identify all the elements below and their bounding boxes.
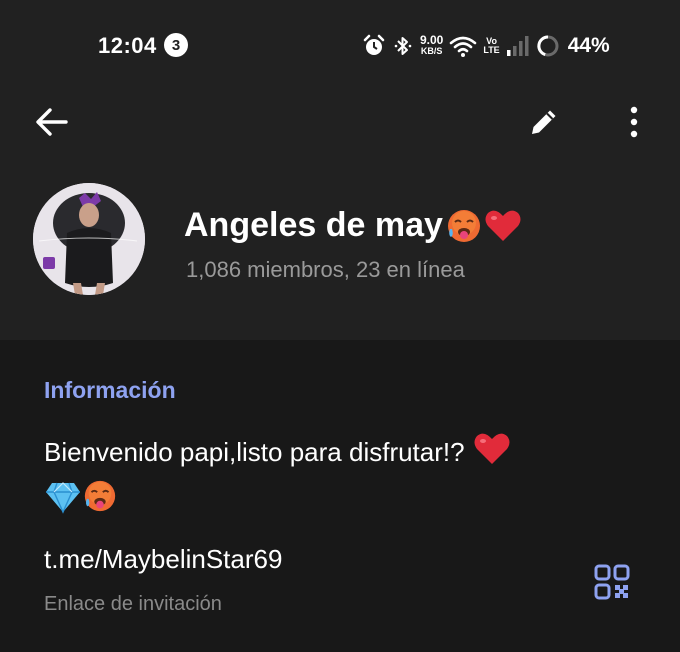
more-options-button[interactable] (612, 100, 656, 144)
red-heart-emoji (472, 431, 512, 478)
member-count: 1,086 miembros, 23 en línea (186, 257, 465, 282)
group-name-emojis (445, 207, 523, 245)
notification-count-badge: 3 (164, 33, 188, 57)
group-name-text: Angeles de may (184, 206, 443, 244)
qr-code-icon (594, 564, 630, 600)
group-description: Bienvenido papi,listo para disfrutar!? (44, 431, 624, 525)
network-speed-unit: KB/S (420, 46, 443, 56)
red-heart-emoji (485, 210, 521, 241)
volte-bottom: LTE (483, 45, 500, 55)
group-profile-header: Angeles de may 1,086 miembros, 23 en lín… (0, 150, 680, 340)
status-time: 12:04 (98, 33, 157, 58)
more-vertical-icon (630, 106, 638, 138)
wifi-icon (449, 34, 477, 58)
group-avatar[interactable] (33, 183, 145, 295)
toolbar (0, 92, 680, 150)
pencil-icon (532, 110, 556, 134)
network-speed: 9.00 KB/S (420, 33, 444, 57)
avatar-photo (33, 183, 145, 295)
bluetooth-icon (392, 34, 414, 58)
info-section: Información Bienvenido papi,listo para d… (0, 340, 680, 652)
edit-button[interactable] (522, 100, 566, 144)
info-heading: Información (44, 377, 176, 403)
hot-face-emoji (447, 209, 480, 242)
alarm-icon (362, 34, 386, 58)
battery-icon (536, 34, 560, 58)
volte-indicator: Vo LTE (483, 37, 499, 55)
invite-link-caption: Enlace de invitación (44, 593, 222, 615)
back-button[interactable] (30, 100, 74, 144)
qr-code-button[interactable] (592, 562, 632, 602)
hot-face-emoji (82, 478, 118, 525)
gem-emoji (44, 480, 82, 525)
invite-link[interactable]: t.me/MaybelinStar69 (44, 544, 282, 575)
status-icons: 9.00 KB/S Vo LTE 44% (362, 32, 610, 60)
description-text: Bienvenido papi,listo para disfrutar!? (44, 437, 465, 467)
status-bar: 12:04 3 9.00 KB/S Vo LTE 44% (0, 0, 680, 92)
network-speed-value: 9.00 (420, 33, 444, 47)
battery-percent: 44% (567, 34, 610, 57)
signal-icon (506, 35, 530, 57)
group-name: Angeles de may (184, 206, 523, 245)
back-arrow-icon (36, 108, 68, 136)
